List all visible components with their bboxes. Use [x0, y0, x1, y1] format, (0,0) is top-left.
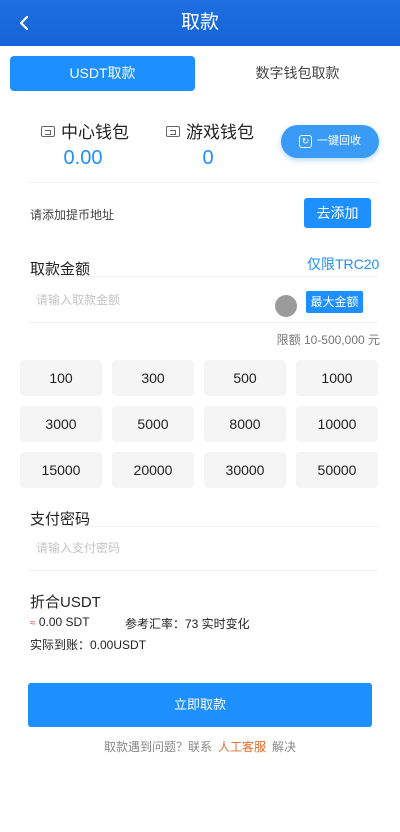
- help-line: 取款遇到问题？联系 人工客服 解决: [0, 738, 400, 755]
- amount-input[interactable]: [36, 290, 266, 310]
- page-title: 取款: [180, 12, 219, 33]
- quick-amount-button[interactable]: 20000: [112, 452, 194, 488]
- approx-symbol: ≈: [30, 618, 36, 629]
- divider: [28, 526, 378, 527]
- add-address-button[interactable]: 去添加: [304, 198, 371, 228]
- divider: [28, 570, 378, 571]
- usdt-title: 折合USDT: [30, 594, 101, 611]
- max-amount-button[interactable]: 最大金额: [306, 291, 363, 313]
- quick-amount-button[interactable]: 500: [204, 360, 286, 396]
- quick-amount-button[interactable]: 3000: [20, 406, 102, 442]
- divider: [28, 276, 378, 277]
- quick-amount-button[interactable]: 1000: [296, 360, 378, 396]
- quick-amount-button[interactable]: 30000: [204, 452, 286, 488]
- center-wallet: 中心钱包 0.00: [41, 118, 129, 170]
- center-wallet-balance: 0.00: [63, 147, 103, 169]
- network-note: 仅限TRC20: [307, 256, 380, 272]
- wallet-icon: [166, 126, 180, 137]
- quick-amount-button[interactable]: 5000: [112, 406, 194, 442]
- game-wallet-balance: 0: [202, 147, 214, 169]
- recycle-label: 一键回收: [317, 135, 361, 147]
- quick-amount-button[interactable]: 300: [112, 360, 194, 396]
- actual-received: 实际到账：0.00USDT: [30, 638, 147, 652]
- one-click-recycle-button[interactable]: ↻ 一键回收: [281, 125, 379, 158]
- tab-usdt[interactable]: USDT取款: [10, 56, 195, 91]
- usdt-amount: ≈ 0.00 SDT: [30, 615, 90, 629]
- usdt-amount-value: 0.00 SDT: [38, 615, 90, 629]
- game-wallet: 游戏钱包 0: [166, 118, 254, 170]
- withdraw-now-button[interactable]: 立即取款: [28, 683, 372, 727]
- quick-amount-button[interactable]: 10000: [296, 406, 378, 442]
- address-prompt: 请添加提币地址: [30, 208, 115, 222]
- center-wallet-label: 中心钱包: [61, 123, 129, 142]
- quick-amount-button[interactable]: 100: [20, 360, 102, 396]
- payment-password-input[interactable]: [36, 538, 336, 558]
- quick-amount-button[interactable]: 15000: [20, 452, 102, 488]
- amount-limit: 限额 10-500,000 元: [276, 333, 380, 347]
- divider: [28, 182, 378, 183]
- quick-amount-button[interactable]: 8000: [204, 406, 286, 442]
- game-wallet-label: 游戏钱包: [186, 123, 254, 142]
- refresh-icon: ↻: [299, 135, 312, 148]
- help-suffix: 解决: [272, 740, 297, 754]
- divider: [28, 322, 378, 323]
- toggle-dot[interactable]: [275, 295, 297, 317]
- tab-digital-wallet[interactable]: 数字钱包取款: [205, 56, 390, 91]
- quick-amount-button[interactable]: 50000: [296, 452, 378, 488]
- customer-service-link[interactable]: 人工客服: [218, 740, 266, 754]
- help-prefix: 取款遇到问题？联系: [103, 740, 212, 754]
- withdraw-tabs: USDT取款 数字钱包取款: [10, 56, 390, 91]
- exchange-rate: 参考汇率：73 实时变化: [125, 617, 250, 631]
- wallet-icon: [41, 126, 55, 137]
- header: 取款: [0, 0, 400, 46]
